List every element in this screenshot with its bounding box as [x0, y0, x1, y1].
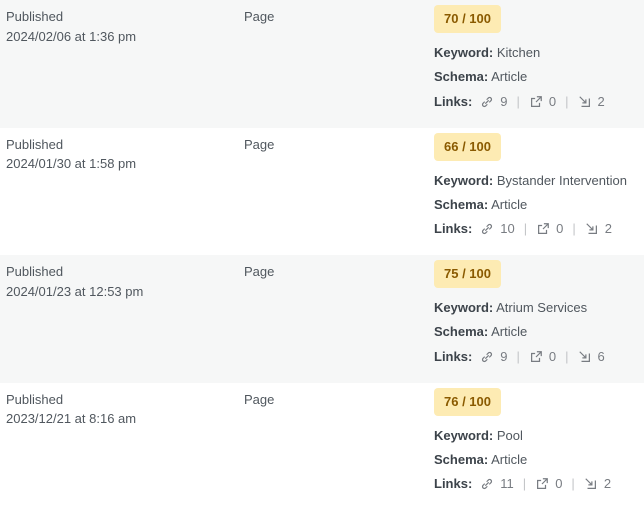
divider: | — [517, 90, 520, 114]
links-line: Links: 11 | 0 | 2 — [434, 472, 644, 496]
seo-details-cell: 66 / 100 Keyword: Bystander Intervention… — [434, 133, 644, 242]
seo-score-badge[interactable]: 70 / 100 — [434, 5, 501, 33]
incoming-links-count: 2 — [598, 90, 605, 114]
schema-label: Schema: — [434, 197, 488, 212]
type-cell: Page — [244, 7, 274, 27]
links-label: Links: — [434, 90, 472, 114]
divider: | — [524, 217, 527, 241]
links-line: Links: 10 | 0 | 2 — [434, 217, 644, 241]
status-text: Published — [6, 390, 136, 410]
date-text: 2024/01/23 at 12:53 pm — [6, 282, 143, 302]
table-row: Published 2024/02/06 at 1:36 pm Page 70 … — [0, 0, 644, 128]
keyword-value: Kitchen — [497, 45, 540, 60]
keyword-value: Atrium Services — [496, 300, 587, 315]
links-label: Links: — [434, 345, 472, 369]
date-text: 2024/02/06 at 1:36 pm — [6, 27, 136, 47]
external-links-count: 0 — [549, 345, 556, 369]
link-icon — [480, 477, 494, 491]
table-row: Published 2024/01/23 at 12:53 pm Page 75… — [0, 255, 644, 383]
external-link-icon — [536, 222, 550, 236]
date-text: 2024/01/30 at 1:58 pm — [6, 154, 136, 174]
date-cell: Published 2023/12/21 at 8:16 am — [6, 390, 136, 429]
external-links-count: 0 — [549, 90, 556, 114]
incoming-links-count: 2 — [604, 472, 611, 496]
external-link-icon — [529, 350, 543, 364]
keyword-line: Keyword: Atrium Services — [434, 296, 644, 320]
keyword-line: Keyword: Pool — [434, 424, 644, 448]
schema-line: Schema: Article — [434, 320, 644, 344]
status-text: Published — [6, 7, 136, 27]
links-label: Links: — [434, 217, 472, 241]
keyword-value: Bystander Intervention — [497, 173, 627, 188]
divider: | — [523, 472, 526, 496]
schema-value: Article — [491, 324, 527, 339]
internal-links-count: 11 — [500, 472, 514, 496]
date-text: 2023/12/21 at 8:16 am — [6, 409, 136, 429]
links-label: Links: — [434, 472, 472, 496]
link-icon — [480, 222, 494, 236]
external-links-count: 0 — [555, 472, 562, 496]
seo-score-badge[interactable]: 75 / 100 — [434, 260, 501, 288]
incoming-link-icon — [578, 95, 592, 109]
keyword-label: Keyword: — [434, 45, 493, 60]
incoming-link-icon — [584, 477, 598, 491]
date-cell: Published 2024/01/23 at 12:53 pm — [6, 262, 143, 301]
schema-line: Schema: Article — [434, 448, 644, 472]
keyword-line: Keyword: Bystander Intervention — [434, 169, 644, 193]
incoming-link-icon — [578, 350, 592, 364]
internal-links-count: 10 — [500, 217, 514, 241]
divider: | — [565, 90, 568, 114]
links-line: Links: 9 | 0 | 6 — [434, 345, 644, 369]
seo-details-cell: 76 / 100 Keyword: Pool Schema: Article L… — [434, 388, 644, 497]
link-icon — [480, 95, 494, 109]
seo-details-cell: 70 / 100 Keyword: Kitchen Schema: Articl… — [434, 5, 644, 114]
internal-links-count: 9 — [500, 345, 507, 369]
links-line: Links: 9 | 0 | 2 — [434, 90, 644, 114]
status-text: Published — [6, 262, 143, 282]
schema-value: Article — [491, 69, 527, 84]
schema-line: Schema: Article — [434, 193, 644, 217]
divider: | — [517, 345, 520, 369]
date-cell: Published 2024/01/30 at 1:58 pm — [6, 135, 136, 174]
status-text: Published — [6, 135, 136, 155]
table-row: Published 2024/01/30 at 1:58 pm Page 66 … — [0, 128, 644, 256]
date-cell: Published 2024/02/06 at 1:36 pm — [6, 7, 136, 46]
schema-label: Schema: — [434, 324, 488, 339]
external-link-icon — [535, 477, 549, 491]
keyword-label: Keyword: — [434, 300, 493, 315]
schema-value: Article — [491, 452, 527, 467]
schema-label: Schema: — [434, 452, 488, 467]
divider: | — [571, 472, 574, 496]
keyword-label: Keyword: — [434, 428, 493, 443]
internal-links-count: 9 — [500, 90, 507, 114]
divider: | — [565, 345, 568, 369]
external-link-icon — [529, 95, 543, 109]
schema-value: Article — [491, 197, 527, 212]
keyword-value: Pool — [497, 428, 523, 443]
seo-score-badge[interactable]: 76 / 100 — [434, 388, 501, 416]
type-cell: Page — [244, 262, 274, 282]
link-icon — [480, 350, 494, 364]
divider: | — [572, 217, 575, 241]
incoming-links-count: 6 — [598, 345, 605, 369]
keyword-line: Keyword: Kitchen — [434, 41, 644, 65]
schema-label: Schema: — [434, 69, 488, 84]
keyword-label: Keyword: — [434, 173, 493, 188]
incoming-link-icon — [585, 222, 599, 236]
seo-score-badge[interactable]: 66 / 100 — [434, 133, 501, 161]
type-cell: Page — [244, 135, 274, 155]
type-cell: Page — [244, 390, 274, 410]
seo-details-cell: 75 / 100 Keyword: Atrium Services Schema… — [434, 260, 644, 369]
incoming-links-count: 2 — [605, 217, 612, 241]
schema-line: Schema: Article — [434, 65, 644, 89]
posts-table: Published 2024/02/06 at 1:36 pm Page 70 … — [0, 0, 644, 510]
external-links-count: 0 — [556, 217, 563, 241]
table-row: Published 2023/12/21 at 8:16 am Page 76 … — [0, 383, 644, 510]
